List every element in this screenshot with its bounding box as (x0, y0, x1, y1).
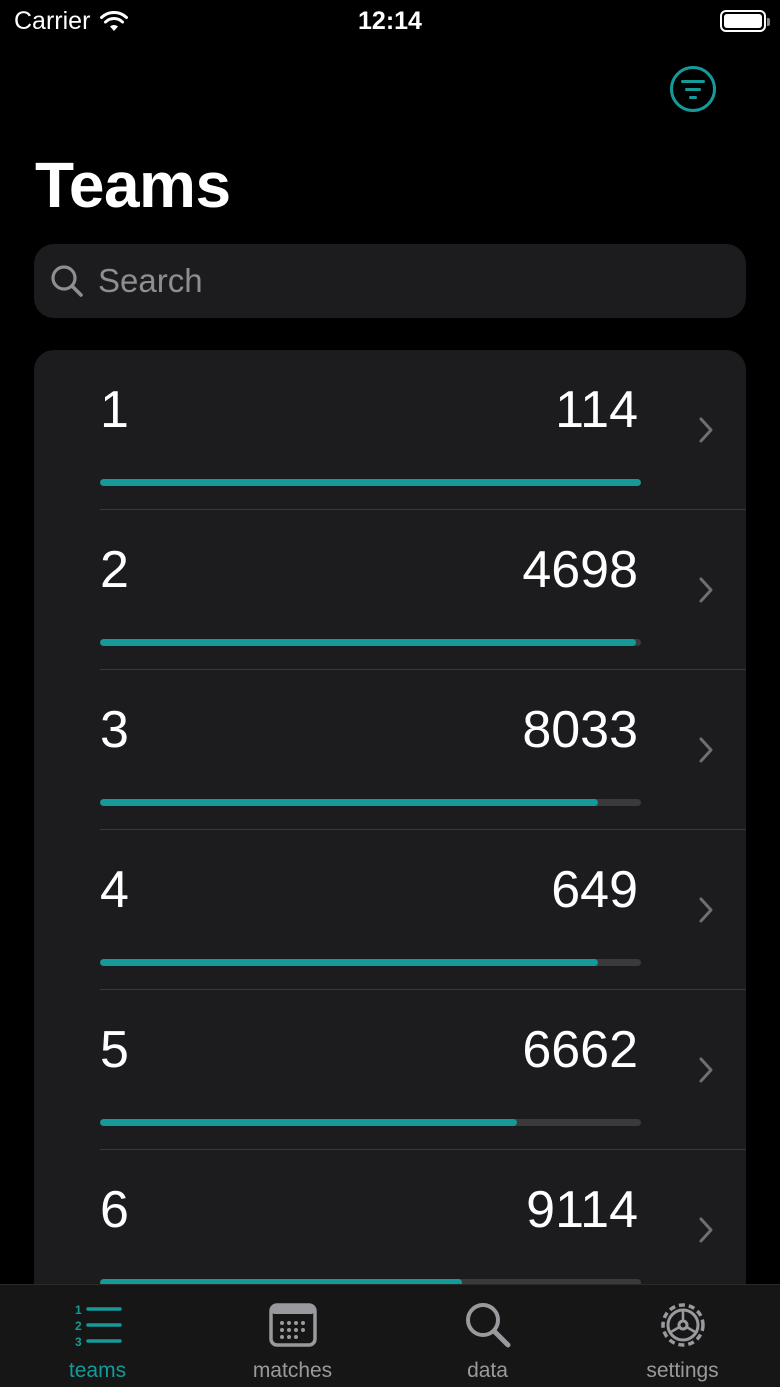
tab-label: settings (646, 1359, 719, 1382)
filter-icon-line (689, 95, 697, 99)
tab-label: matches (252, 1359, 333, 1382)
progress-bar (100, 799, 641, 806)
team-score: 114 (555, 381, 638, 439)
filter-button[interactable] (670, 66, 716, 112)
team-score: 4698 (522, 541, 638, 599)
chevron-right-icon (699, 897, 713, 923)
progress-bar-fill (100, 1119, 517, 1126)
team-list: 1 114 2 4698 3 8033 4 649 5 6662 6 9114 (34, 350, 746, 1350)
team-number: 1 (100, 381, 129, 439)
team-row[interactable]: 2 4698 (34, 510, 746, 670)
progress-bar-fill (100, 959, 598, 966)
chevron-right-icon (699, 1217, 713, 1243)
progress-bar (100, 639, 641, 646)
team-number: 3 (100, 701, 129, 759)
progress-bar-fill (100, 479, 641, 486)
tab-matches[interactable]: matches (195, 1285, 390, 1387)
chevron-right-icon (699, 737, 713, 763)
filter-icon-line (681, 79, 705, 83)
tab-data[interactable]: data (390, 1285, 585, 1387)
search-input[interactable] (98, 262, 658, 300)
page-title: Teams (35, 149, 231, 221)
search-icon (51, 265, 83, 297)
gear-icon (660, 1303, 705, 1347)
team-score: 8033 (522, 701, 638, 759)
svg-text:3: 3 (75, 1335, 82, 1349)
team-score: 9114 (526, 1181, 638, 1239)
team-number: 5 (100, 1021, 129, 1079)
search-bar[interactable] (34, 244, 746, 318)
app-screen: Carrier 12:14 Teams 1 114 (0, 0, 780, 1387)
chevron-right-icon (699, 417, 713, 443)
svg-text:1: 1 (75, 1303, 82, 1317)
team-score: 649 (551, 861, 638, 919)
calendar-icon (268, 1303, 317, 1347)
numbered-list-icon: 1 2 3 (75, 1303, 122, 1349)
chevron-right-icon (699, 1057, 713, 1083)
filter-icon-line (685, 87, 701, 91)
tab-settings[interactable]: settings (585, 1285, 780, 1387)
team-row[interactable]: 5 6662 (34, 990, 746, 1150)
progress-bar (100, 1119, 641, 1126)
team-score: 6662 (522, 1021, 638, 1079)
progress-bar-fill (100, 799, 598, 806)
search-icon (465, 1303, 510, 1348)
team-number: 6 (100, 1181, 129, 1239)
team-number: 4 (100, 861, 129, 919)
progress-bar-fill (100, 639, 636, 646)
battery-icon (720, 10, 770, 32)
tab-bar: 1 2 3 teams matches data settings (0, 1284, 780, 1387)
svg-text:2: 2 (75, 1319, 82, 1333)
clock: 12:14 (358, 7, 422, 35)
team-row[interactable]: 3 8033 (34, 670, 746, 830)
tab-teams[interactable]: 1 2 3 teams (0, 1285, 195, 1387)
team-row[interactable]: 1 114 (34, 350, 746, 510)
progress-bar (100, 959, 641, 966)
progress-bar (100, 479, 641, 486)
chevron-right-icon (699, 577, 713, 603)
status-bar: Carrier 12:14 (0, 0, 780, 44)
team-number: 2 (100, 541, 129, 599)
team-row[interactable]: 4 649 (34, 830, 746, 990)
tab-label: data (467, 1359, 508, 1382)
tab-label: teams (68, 1359, 127, 1382)
